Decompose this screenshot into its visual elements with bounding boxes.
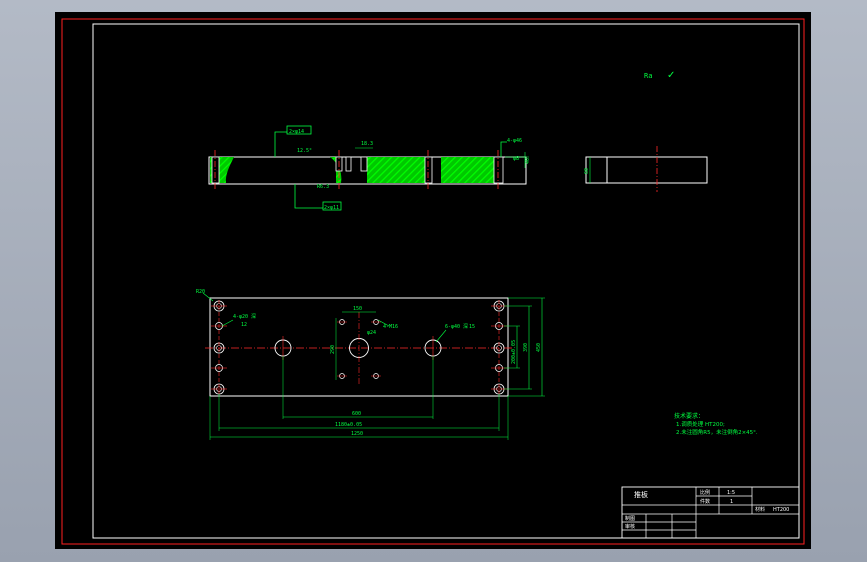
plan-view: R20 4-φ20 深 12 150 4-M16 φ24 6-φ40 深 15 …	[196, 289, 545, 440]
front-slot-2	[345, 156, 352, 172]
right-dim-3-text: 450	[536, 343, 542, 352]
top-dim-text: 150	[353, 306, 362, 312]
technical-notes: 技术要求： 1.调质处理 HT200; 2.未注圆角R5，未注倒角2×45°.	[674, 412, 758, 436]
outer-frame	[61, 18, 805, 545]
tb-qty-value: 1	[730, 499, 733, 505]
right-dim-2-text: 390	[523, 343, 529, 352]
right-hole-column	[491, 300, 507, 395]
inner-frame	[92, 23, 800, 539]
left-callout-sub-text: 12	[241, 322, 247, 328]
roughness-check-icon: ✓	[667, 70, 675, 81]
callout-bottom-text: 2×φ11	[324, 205, 339, 211]
right-dim-text: 40	[525, 158, 531, 164]
left-vertical-dim-text: 290	[330, 345, 336, 354]
title-block: 推板 比例 1:5 件数 1 材料 HT200 制图 审核	[621, 486, 800, 539]
leader-right	[435, 329, 447, 343]
tb-material-value: HT200	[773, 507, 789, 513]
tb-ratio-label: 比例	[700, 489, 710, 496]
tb-material-label: 材料	[755, 506, 765, 513]
slot-label: 18.3	[361, 141, 373, 147]
front-view: 2×φ14 12.5° 18.3 4-φ46 φ8 R6.3 2×φ11 40	[208, 125, 531, 211]
angle-label: 12.5°	[297, 148, 312, 154]
hole-callout-text: 4-φ46	[507, 138, 522, 144]
radius-label: R6.3	[317, 184, 329, 190]
bottom-dim-1-text: 600	[352, 411, 361, 417]
corner-radius-text: R20	[196, 289, 205, 295]
callout-top-text: 2×φ14	[289, 129, 304, 135]
leader-left	[221, 319, 234, 327]
notes-line-1: 1.调质处理 HT200;	[676, 420, 725, 428]
leader-right	[500, 141, 507, 157]
notes-line-2: 2.未注圆角R5，未注倒角2×45°.	[676, 428, 758, 436]
notes-title: 技术要求：	[674, 412, 704, 420]
right-dim-1-text: 200±0.05	[511, 340, 517, 364]
cad-viewport[interactable]: Ra ✓ 2×φ14 12.5° 18.3 4-φ46 φ8 R6.3 2×φ1…	[55, 12, 811, 549]
cad-drawing: Ra ✓ 2×φ14 12.5° 18.3 4-φ46 φ8 R6.3 2×φ1…	[61, 18, 805, 545]
side-view: 60	[584, 146, 708, 192]
tb-part-name: 推板	[634, 490, 648, 499]
front-hole-right	[493, 156, 504, 184]
tb-drawn-label: 制图	[625, 515, 635, 522]
tb-checked-label: 审核	[625, 523, 635, 530]
bottom-dim-2-text: 1180±0.05	[335, 422, 362, 428]
right-callout-text: 6-φ40 深	[445, 323, 468, 330]
leader-top	[274, 131, 287, 157]
bottom-dim-3-text: 1250	[351, 431, 363, 437]
tb-ratio-value: 1:5	[727, 490, 735, 496]
left-callout-text: 4-φ20 深	[233, 313, 256, 320]
tb-qty-label: 件数	[700, 498, 710, 505]
front-hole-left	[211, 156, 220, 184]
front-slot-4	[424, 156, 433, 184]
side-height-text: 60	[584, 168, 590, 174]
roughness-mark: Ra	[644, 72, 652, 80]
hatch-region-center	[367, 157, 425, 183]
front-slot-3	[360, 156, 368, 172]
center-dia-text: φ24	[367, 330, 376, 336]
center-callout-text: 4-M16	[383, 324, 398, 330]
hatch-region-right	[441, 157, 495, 183]
side-view-outline	[585, 156, 708, 184]
right-callout-sub-text: 15	[469, 324, 475, 330]
left-hole-column	[211, 300, 227, 395]
